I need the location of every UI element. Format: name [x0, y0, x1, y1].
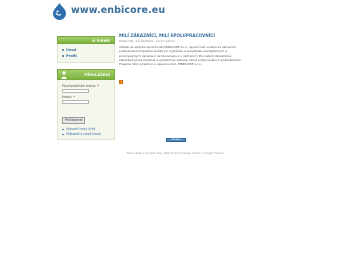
login-block: Používateľské meno: * Heslo: * Prihlásen… — [57, 80, 115, 140]
nav-block-header: O FIRME — [57, 36, 115, 44]
username-label: Používateľské meno: * — [62, 84, 99, 88]
new-password-link[interactable]: Požiadať o nové heslo — [62, 132, 110, 137]
site-title[interactable]: www.enbicore.eu — [71, 5, 165, 16]
password-input[interactable] — [62, 100, 89, 104]
nav-item-profil[interactable]: Profil — [62, 53, 110, 59]
login-block-title: PŘIHLÁŠENÍ — [84, 72, 110, 77]
footer: Téma dizajnu Drupal Site | Web Project D… — [126, 151, 224, 155]
user-icon — [61, 71, 67, 79]
drupal-badge[interactable]: Drupal — [166, 138, 186, 142]
drupal-badge-label: Drupal — [171, 138, 181, 141]
rss-feed-icon[interactable] — [119, 80, 123, 84]
node-meta: Posted By: 21/10/2009 - 19:10 admin — [119, 39, 175, 43]
main-content: MILÍ ZÁKAZNÍCI, MILÍ SPOLUPRACOVNÍCI Pos… — [119, 33, 247, 84]
sidebar: O FIRME Úvod Profil PŘIHLÁŠENÍ Používate… — [57, 36, 115, 140]
site-header: www.enbicore.eu — [52, 3, 252, 23]
drupal-logo-icon[interactable] — [52, 3, 67, 20]
login-button[interactable]: Prihlásenie — [62, 117, 86, 124]
node-body: Vitajte na stránke spoločnosti ENBICORE … — [119, 45, 242, 67]
username-input[interactable] — [62, 89, 89, 93]
nav-block: Úvod Profil — [57, 44, 115, 63]
nav-block-title: O FIRME — [92, 38, 110, 43]
login-block-header: PŘIHLÁŠENÍ — [57, 69, 115, 80]
